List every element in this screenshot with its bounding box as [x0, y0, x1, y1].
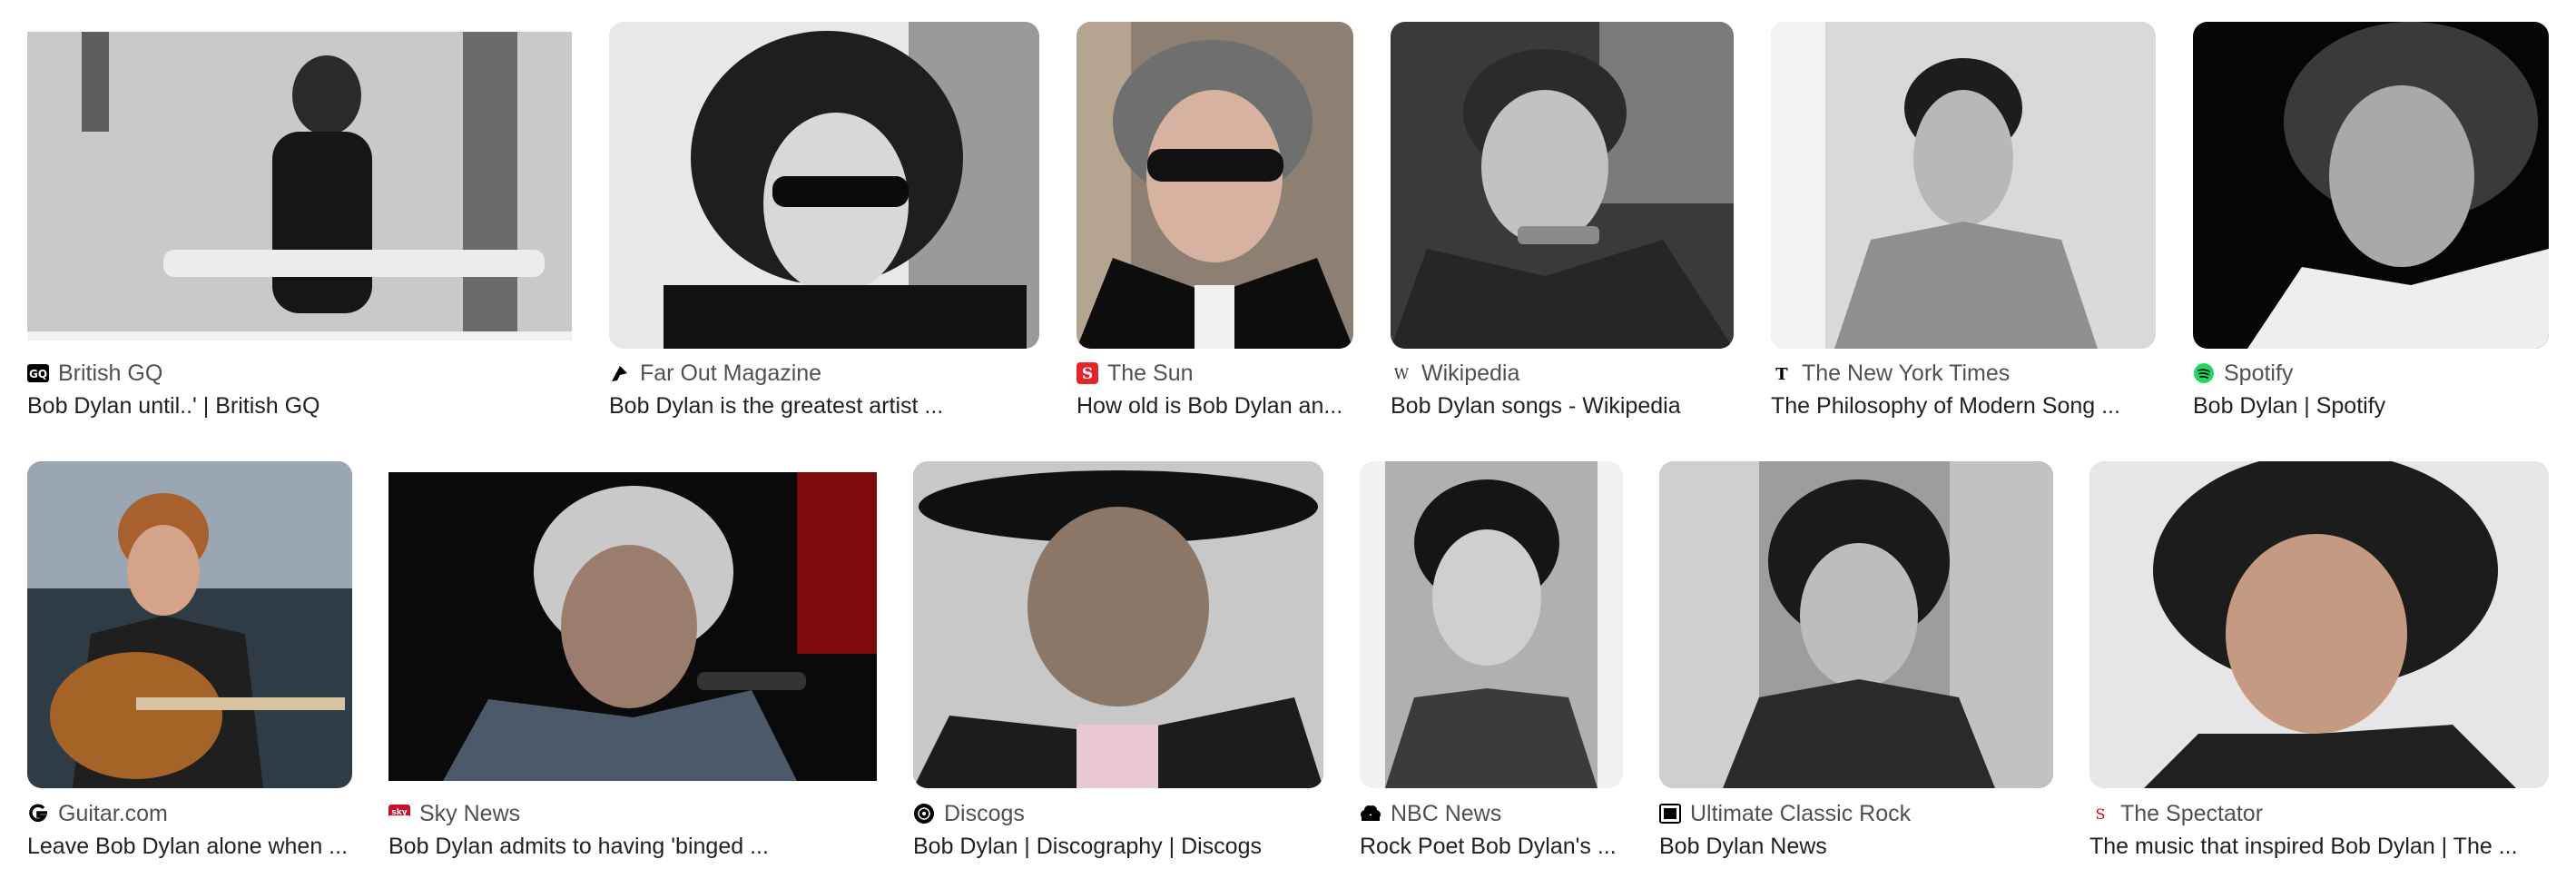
the-sun-icon: S [1077, 362, 1098, 384]
result-thumbnail[interactable] [1391, 22, 1734, 349]
source-name: Wikipedia [1421, 360, 1520, 386]
svg-text:GQ: GQ [29, 368, 47, 380]
result-title[interactable]: Bob Dylan News [1659, 834, 2053, 870]
source-name: The New York Times [1802, 360, 2011, 386]
result-source[interactable]: sky Sky News [388, 797, 877, 830]
result-source[interactable]: S The Spectator [2089, 797, 2549, 830]
guitar-com-icon [27, 803, 49, 825]
result-source[interactable]: Spotify [2193, 357, 2549, 390]
result-source[interactable]: Ultimate Classic Rock [1659, 797, 2053, 830]
sky-news-icon: sky [388, 803, 410, 825]
result-source[interactable]: NBC News [1360, 797, 1623, 830]
svg-text:S: S [2096, 805, 2106, 823]
result-title[interactable]: Bob Dylan songs - Wikipedia [1391, 393, 1734, 430]
result-title[interactable]: Bob Dylan admits to having 'binged ... [388, 834, 877, 870]
source-name: Far Out Magazine [640, 360, 822, 386]
source-name: Guitar.com [58, 800, 168, 826]
result-title[interactable]: Rock Poet Bob Dylan's ... [1360, 834, 1623, 870]
result-thumbnail[interactable] [2193, 22, 2549, 349]
result-source[interactable]: Guitar.com [27, 797, 352, 830]
source-name: Discogs [944, 800, 1025, 826]
far-out-icon [609, 362, 631, 384]
source-name: The Sun [1107, 360, 1194, 386]
result-thumbnail[interactable] [1659, 461, 2053, 788]
result-thumbnail[interactable] [609, 22, 1039, 349]
result-title[interactable]: Bob Dylan is the greatest artist ... [609, 393, 1039, 430]
result-title[interactable]: The Philosophy of Modern Song ... [1771, 393, 2156, 430]
result-title[interactable]: Bob Dylan until..' | British GQ [27, 393, 572, 430]
result-title[interactable]: Bob Dylan | Discography | Discogs [913, 834, 1323, 870]
svg-text:W: W [1394, 365, 1410, 382]
nyt-icon: T [1771, 362, 1793, 384]
result-thumbnail[interactable] [1077, 22, 1353, 349]
source-name: Sky News [419, 800, 521, 826]
result-thumbnail[interactable] [388, 472, 877, 781]
spectator-icon: S [2089, 803, 2111, 825]
source-name: NBC News [1391, 800, 1502, 826]
result-thumbnail[interactable] [1360, 461, 1623, 788]
result-thumbnail[interactable] [1771, 22, 2156, 349]
result-thumbnail[interactable] [913, 461, 1323, 788]
result-source[interactable]: GQ British GQ [27, 357, 572, 390]
source-name: British GQ [58, 360, 163, 386]
result-title[interactable]: Bob Dylan | Spotify [2193, 393, 2549, 430]
result-source[interactable]: T The New York Times [1771, 357, 2156, 390]
result-title[interactable]: The music that inspired Bob Dylan | The … [2089, 834, 2549, 870]
result-title[interactable]: Leave Bob Dylan alone when ... [27, 834, 352, 870]
result-source[interactable]: W Wikipedia [1391, 357, 1734, 390]
discogs-icon [913, 803, 935, 825]
result-thumbnail[interactable] [27, 32, 572, 341]
result-source[interactable]: Far Out Magazine [609, 357, 1039, 390]
nbc-news-icon [1360, 803, 1381, 825]
svg-text:S: S [1082, 365, 1093, 383]
result-thumbnail[interactable] [2089, 461, 2549, 788]
source-name: Spotify [2224, 360, 2294, 386]
ucr-icon [1659, 803, 1681, 825]
source-name: The Spectator [2120, 800, 2264, 826]
gq-icon: GQ [27, 362, 49, 384]
spotify-icon [2193, 362, 2215, 384]
svg-text:T: T [1775, 365, 1788, 384]
svg-text:sky: sky [391, 808, 407, 817]
result-thumbnail[interactable] [27, 461, 352, 788]
result-source[interactable]: S The Sun [1077, 357, 1353, 390]
result-title[interactable]: How old is Bob Dylan an... [1077, 393, 1353, 430]
result-source[interactable]: Discogs [913, 797, 1323, 830]
source-name: Ultimate Classic Rock [1690, 800, 1912, 826]
wikipedia-icon: W [1391, 362, 1412, 384]
